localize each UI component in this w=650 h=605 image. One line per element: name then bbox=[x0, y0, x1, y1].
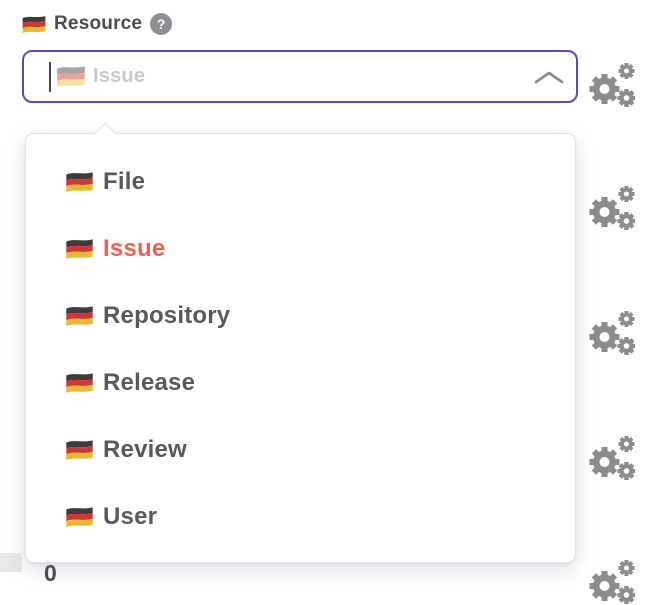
de-flag-icon bbox=[66, 439, 93, 461]
resource-select[interactable]: Issue bbox=[22, 50, 578, 103]
option-user[interactable]: User bbox=[26, 483, 575, 550]
resource-dropdown: File Issue Repository Release Review Use… bbox=[25, 133, 576, 563]
background-fragment bbox=[0, 553, 22, 572]
option-label: File bbox=[103, 168, 145, 196]
field-label-row: Resource ? bbox=[22, 13, 172, 35]
option-label: User bbox=[103, 503, 157, 531]
de-flag-icon bbox=[66, 238, 93, 260]
de-flag-icon bbox=[66, 305, 93, 327]
text-caret bbox=[49, 62, 51, 92]
background-partial-text: 0 bbox=[44, 560, 57, 587]
option-review[interactable]: Review bbox=[26, 416, 575, 483]
select-placeholder: Issue bbox=[93, 65, 145, 88]
help-icon[interactable]: ? bbox=[150, 13, 172, 35]
option-label: Issue bbox=[103, 235, 165, 263]
option-label: Review bbox=[103, 436, 187, 464]
de-flag-icon bbox=[57, 65, 85, 88]
de-flag-icon bbox=[66, 372, 93, 394]
option-file[interactable]: File bbox=[26, 148, 575, 215]
gears-icon[interactable] bbox=[589, 435, 635, 481]
option-label: Release bbox=[103, 369, 195, 397]
field-label: Resource bbox=[54, 13, 142, 35]
option-label: Repository bbox=[103, 302, 230, 330]
gears-icon[interactable] bbox=[589, 559, 635, 605]
de-flag-icon bbox=[66, 506, 93, 528]
gears-icon[interactable] bbox=[589, 185, 635, 231]
chevron-up-icon[interactable] bbox=[534, 70, 564, 84]
option-repository[interactable]: Repository bbox=[26, 282, 575, 349]
de-flag-icon bbox=[66, 171, 93, 193]
option-release[interactable]: Release bbox=[26, 349, 575, 416]
gears-icon[interactable] bbox=[589, 310, 635, 356]
de-flag-icon bbox=[22, 15, 46, 34]
option-issue[interactable]: Issue bbox=[26, 215, 575, 282]
gears-icon[interactable] bbox=[589, 62, 635, 108]
dropdown-notch bbox=[94, 122, 117, 145]
